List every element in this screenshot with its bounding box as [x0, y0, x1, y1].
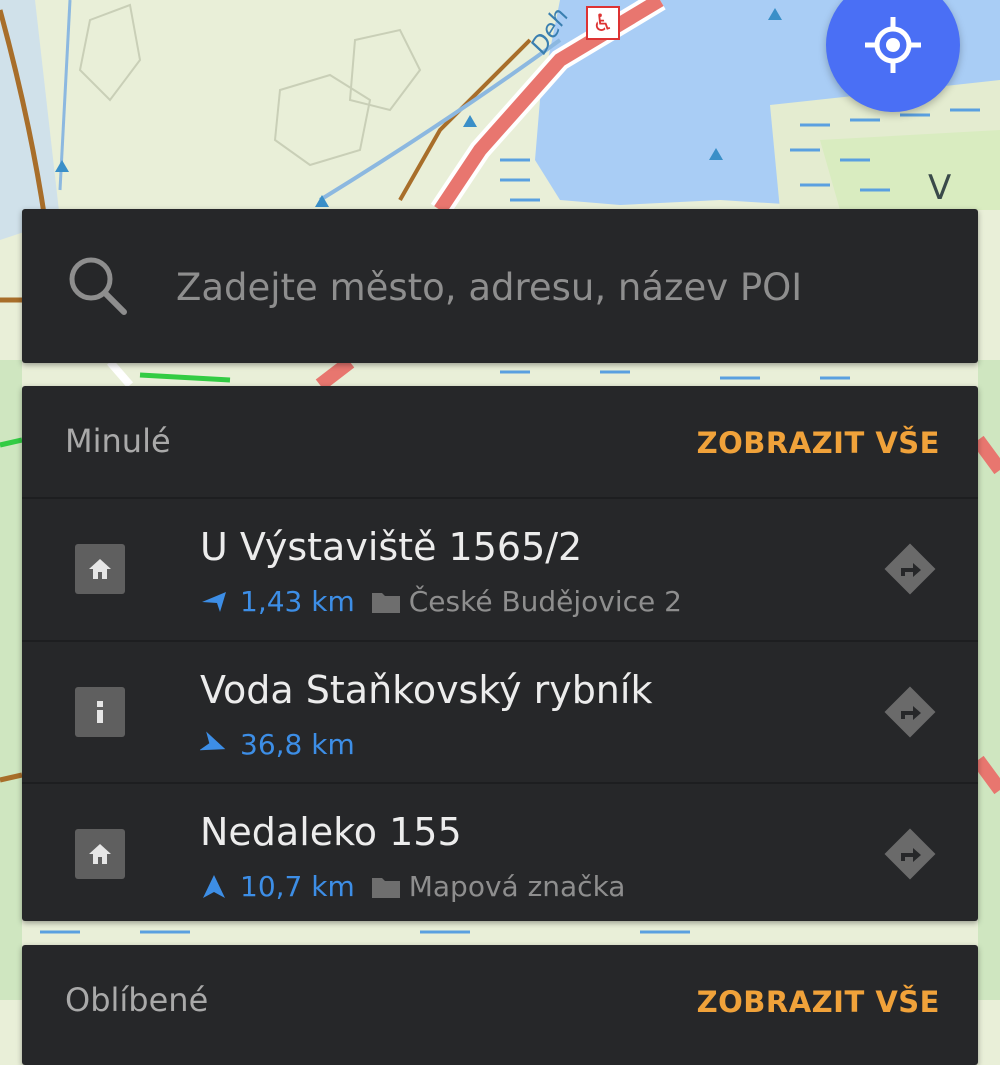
navigate-button[interactable] — [880, 539, 940, 599]
direction-arrow-icon — [200, 730, 226, 750]
recent-item-meta: 36,8 km — [200, 728, 355, 761]
navigate-button[interactable] — [880, 682, 940, 742]
distance-label: 1,43 km — [240, 585, 355, 618]
turn-right-icon — [884, 543, 936, 595]
search-input[interactable] — [176, 259, 936, 315]
recent-show-all-button[interactable]: ZOBRAZIT VŠE — [697, 426, 940, 460]
direction-arrow-icon — [202, 591, 226, 612]
category-label: Mapová značka — [408, 870, 626, 903]
recent-item-meta: 10,7 km Mapová značka — [200, 870, 625, 903]
crosshair-icon — [865, 17, 921, 73]
recent-item-name: Nedaleko 155 — [200, 810, 462, 854]
turn-right-icon — [884, 686, 936, 738]
distance-label: 36,8 km — [240, 728, 355, 761]
home-icon — [75, 829, 125, 879]
recent-panel: Minulé ZOBRAZIT VŠE U Výstaviště 1565/2 … — [22, 386, 978, 921]
favorites-show-all-button[interactable]: ZOBRAZIT VŠE — [697, 985, 940, 1019]
info-icon — [75, 687, 125, 737]
direction-arrow-icon — [203, 874, 225, 898]
favorites-panel: Oblíbené ZOBRAZIT VŠE — [22, 945, 978, 1065]
folder-icon — [371, 877, 400, 898]
recent-item-2[interactable]: Voda Staňkovský rybník 36,8 km — [22, 642, 978, 783]
folder-icon — [371, 592, 400, 613]
turn-right-icon — [884, 828, 936, 880]
recent-section-title: Minulé — [65, 422, 171, 460]
recent-item-name: Voda Staňkovský rybník — [200, 668, 653, 712]
search-icon[interactable] — [66, 254, 128, 316]
recent-item-name: U Výstaviště 1565/2 — [200, 525, 583, 569]
category-label: České Budějovice 2 — [408, 585, 682, 618]
favorites-section-title: Oblíbené — [65, 981, 209, 1019]
recent-item-meta: 1,43 km České Budějovice 2 — [200, 585, 682, 618]
wheelchair-icon[interactable]: ♿ — [586, 6, 620, 40]
home-icon — [75, 544, 125, 594]
navigate-button[interactable] — [880, 824, 940, 884]
recent-item-1[interactable]: U Výstaviště 1565/2 1,43 km České Budějo… — [22, 499, 978, 640]
recent-item-3[interactable]: Nedaleko 155 10,7 km Mapová značka — [22, 784, 978, 925]
distance-label: 10,7 km — [240, 870, 355, 903]
